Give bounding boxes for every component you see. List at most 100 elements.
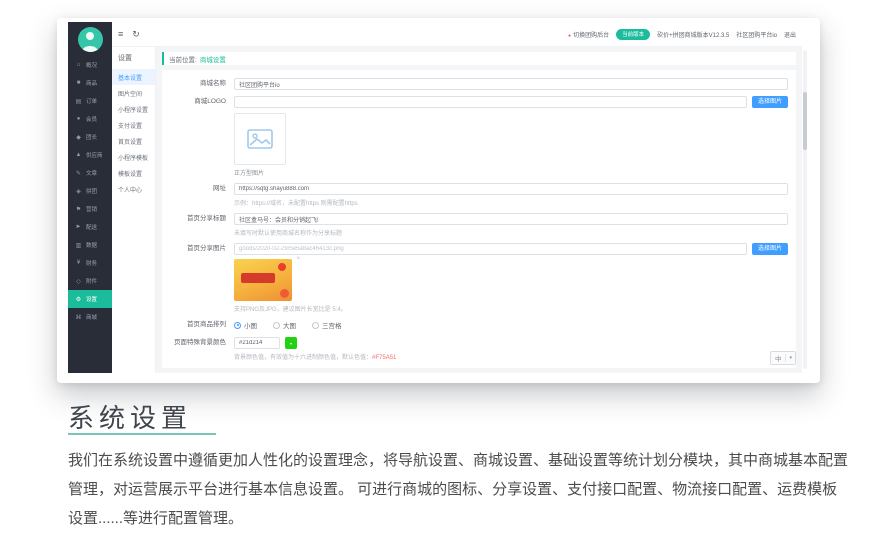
title-color-radio-group: 白色 黑色 bbox=[234, 367, 788, 368]
bg-color-input[interactable] bbox=[234, 337, 280, 349]
goods-layout-label: 首页商品排列 bbox=[162, 319, 234, 331]
thumbnail-art bbox=[241, 273, 275, 283]
sidebar-item-members[interactable]: ● 会员 bbox=[68, 110, 112, 128]
choose-share-image-button[interactable]: 选择图片 bbox=[752, 243, 788, 255]
switch-backend-link[interactable]: ●切换团购后台 bbox=[568, 30, 609, 39]
sidebar-item-data[interactable]: ▥ 数据 bbox=[68, 236, 112, 254]
form-row-shop-name: 商城名称 bbox=[162, 78, 788, 90]
share-title-input[interactable] bbox=[234, 213, 788, 225]
radio-large-image[interactable]: 大图 bbox=[273, 320, 296, 330]
color-swatch[interactable]: ▾ bbox=[285, 337, 297, 349]
bg-color-label: 页面特殊背景颜色 bbox=[162, 337, 234, 361]
main-content: 当前位置: 商城设置 商城名称 商城LOGO bbox=[156, 47, 802, 373]
sidebar-item-label: 会员 bbox=[86, 115, 97, 123]
hamburger-icon[interactable]: ≡ bbox=[118, 30, 123, 39]
settings-form-panel: 商城名称 商城LOGO 选择图片 bbox=[162, 70, 796, 368]
sidebar-item-groupbuy[interactable]: ◈拼团 bbox=[68, 182, 112, 200]
thumbnail-art bbox=[278, 263, 286, 271]
home-icon: ⌂ bbox=[75, 62, 82, 68]
mall-icon: ⌘ bbox=[75, 314, 82, 321]
choose-logo-button[interactable]: 选择图片 bbox=[752, 96, 788, 108]
sidebar-item-marketing[interactable]: ⚑ 营销 bbox=[68, 200, 112, 218]
sidebar-item-mall[interactable]: ⌘商城 bbox=[68, 308, 112, 326]
image-placeholder-icon bbox=[247, 129, 273, 149]
submenu-item-minitemplate[interactable]: 小程序模板 bbox=[112, 149, 155, 165]
submenu-item-homepage[interactable]: 首页设置 bbox=[112, 133, 155, 149]
sidebar-item-overview[interactable]: ⌂ 概况 bbox=[68, 56, 112, 74]
remove-image-icon[interactable]: × bbox=[296, 256, 300, 262]
title-color-label: 页面标题文本颜色 bbox=[162, 367, 234, 368]
sidebar-item-label: 配送 bbox=[86, 223, 97, 231]
logo-caption: 正方型图片 bbox=[234, 168, 788, 177]
chart-icon: ▥ bbox=[75, 242, 82, 249]
chevron-down-icon[interactable]: ▾ bbox=[785, 354, 795, 362]
form-row-title-color: 页面标题文本颜色 白色 黑色 前端标题色值，包括导航、标题、状态栏的颜色，仅支持… bbox=[162, 367, 788, 368]
sidebar-item-suppliers[interactable]: ▲供应商 bbox=[68, 146, 112, 164]
share-title-hint: 未填写时默认使用商城名称作为分享标题 bbox=[234, 228, 788, 237]
sidebar-item-goods[interactable]: ■ 商品 bbox=[68, 74, 112, 92]
sidebar-item-label: 拼团 bbox=[86, 187, 97, 195]
breadcrumb-current[interactable]: 商城设置 bbox=[200, 54, 226, 64]
sidebar-item-label: 商品 bbox=[86, 79, 97, 87]
topbar-right: ●切换团购后台 当前版本 砍价+拼团商城版本V12.3.5 社区团购平台io 退… bbox=[568, 29, 796, 40]
shop-logo-input[interactable] bbox=[234, 96, 747, 108]
sidebar-item-leaders[interactable]: ◆ 团长 bbox=[68, 128, 112, 146]
delivery-icon: ► bbox=[75, 224, 82, 230]
radio-dot-icon bbox=[312, 322, 319, 329]
shop-name-label: 商城名称 bbox=[162, 78, 234, 90]
submenu-item-payment[interactable]: 支付设置 bbox=[112, 117, 155, 133]
radio-small-image[interactable]: 小图 bbox=[234, 320, 257, 330]
sidebar-item-finance[interactable]: ¥财务 bbox=[68, 254, 112, 272]
shop-name-input[interactable] bbox=[234, 78, 788, 90]
language-widget: 中 ▾ bbox=[770, 351, 796, 365]
form-row-bg-color: 页面特殊背景颜色 ▾ 背景颜色值，有效值为十六进制颜色值，默认色值：#F75A5… bbox=[162, 337, 788, 361]
sidebar-item-label: 数据 bbox=[86, 241, 97, 249]
radio-grid-three[interactable]: 三宫格 bbox=[312, 320, 342, 330]
sidebar-item-label: 概况 bbox=[86, 61, 97, 69]
sidebar-item-settings[interactable]: ⚙设置 bbox=[68, 290, 112, 308]
submenu-item-imagespace[interactable]: 图片空间 bbox=[112, 85, 155, 101]
radio-dot-icon bbox=[234, 322, 241, 329]
goods-icon: ■ bbox=[75, 80, 82, 86]
refresh-icon[interactable]: ↻ bbox=[132, 30, 140, 39]
logo-upload-box[interactable] bbox=[234, 113, 286, 165]
primary-menu: ⌂ 概况 ■ 商品 ▤订单 ● 会员 ◆ 团长 ▲供应商 ✎ 文章 ◈拼团 ⚑ 营销 ► 配送… bbox=[68, 56, 112, 373]
form-row-share-title: 首页分享标题 未填写时默认使用商城名称作为分享标题 bbox=[162, 213, 788, 237]
site-url-hint: 示例：https://域名，未配置https 则需配置https bbox=[234, 198, 788, 207]
topbar: ≡ ↻ ●切换团购后台 当前版本 砍价+拼团商城版本V12.3.5 社区团购平台… bbox=[112, 22, 802, 47]
body-row: 设置 基本设置 图片空间 小程序设置 支付设置 首页设置 小程序模板 模板设置 … bbox=[112, 47, 802, 373]
orders-icon: ▤ bbox=[75, 98, 82, 105]
sidebar-item-articles[interactable]: ✎ 文章 bbox=[68, 164, 112, 182]
share-image-input[interactable] bbox=[234, 243, 747, 255]
article-icon: ✎ bbox=[75, 170, 82, 177]
language-label: 中 bbox=[771, 352, 786, 364]
avatar[interactable] bbox=[78, 27, 103, 52]
radio-label: 小图 bbox=[244, 320, 257, 330]
supplier-icon: ▲ bbox=[75, 152, 82, 158]
marketing-icon: ⚑ bbox=[75, 206, 82, 213]
submenu-item-basic[interactable]: 基本设置 bbox=[112, 69, 155, 85]
platform-name[interactable]: 社区团购平台io bbox=[736, 30, 777, 39]
sidebar-item-label: 团长 bbox=[86, 133, 97, 141]
sidebar-item-orders[interactable]: ▤订单 bbox=[68, 92, 112, 110]
sidebar-item-label: 文章 bbox=[86, 169, 97, 177]
scrollbar-thumb[interactable] bbox=[803, 92, 807, 150]
sidebar-item-attachments[interactable]: ◇附件 bbox=[68, 272, 112, 290]
scrollbar-track[interactable] bbox=[803, 50, 807, 369]
form-row-url: 网址 示例：https://域名，未配置https 则需配置https bbox=[162, 183, 788, 207]
sidebar-item-label: 营销 bbox=[86, 205, 97, 213]
leader-icon: ◆ bbox=[75, 134, 82, 141]
logout-button[interactable]: 退出 bbox=[784, 30, 796, 39]
sidebar-item-delivery[interactable]: ► 配送 bbox=[68, 218, 112, 236]
members-icon: ● bbox=[75, 116, 82, 122]
site-url-input[interactable] bbox=[234, 183, 788, 195]
admin-screenshot-card: ⌂ 概况 ■ 商品 ▤订单 ● 会员 ◆ 团长 ▲供应商 ✎ 文章 ◈拼团 ⚑ 营销 ► 配送… bbox=[57, 18, 820, 383]
submenu-item-miniprogram[interactable]: 小程序设置 bbox=[112, 101, 155, 117]
submenu-item-template[interactable]: 模板设置 bbox=[112, 165, 155, 181]
submenu-item-profile[interactable]: 个人中心 bbox=[112, 181, 155, 197]
breadcrumb-prefix: 当前位置: bbox=[169, 54, 197, 64]
share-image-thumbnail[interactable] bbox=[234, 259, 292, 301]
share-image-label: 首页分享图片 bbox=[162, 243, 234, 313]
avatar-area bbox=[68, 22, 112, 56]
thumbnail-art bbox=[280, 289, 289, 298]
